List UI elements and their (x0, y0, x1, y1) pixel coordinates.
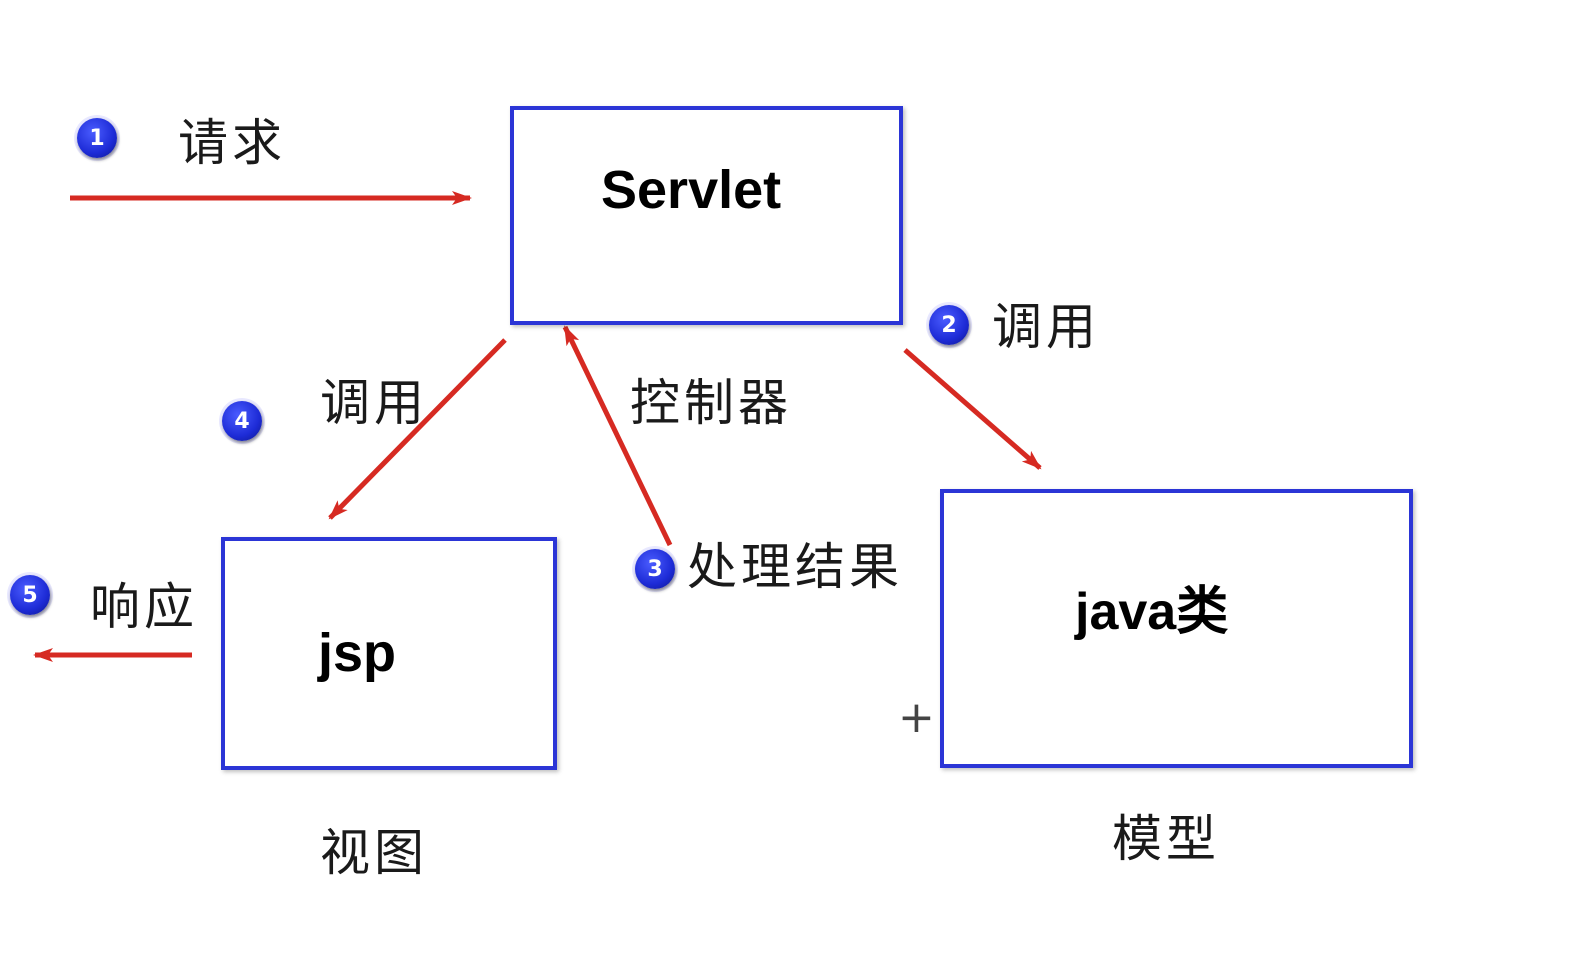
step-3-badge: 3 (635, 549, 675, 589)
step-1-badge: 1 (77, 118, 117, 158)
response-label: 响应 (90, 578, 198, 636)
servlet-caption: 控制器 (630, 374, 792, 432)
model-caption: 模型 (1112, 810, 1220, 868)
model-title: java类 (1075, 583, 1229, 641)
result-label: 处理结果 (687, 538, 903, 596)
mvc-diagram: Servlet jsp java类 控制器 视图 模型 1 请求 2 调用 3 … (0, 0, 1580, 968)
invoke-model-label: 调用 (992, 298, 1100, 356)
servlet-title: Servlet (601, 160, 782, 220)
crosshair-cursor: + (898, 692, 935, 743)
step-2-badge: 2 (929, 305, 969, 345)
step-4-badge: 4 (222, 401, 262, 441)
step-5-badge: 5 (10, 575, 50, 615)
invoke-view-label: 调用 (320, 374, 428, 432)
invoke-model-arrow (903, 348, 1042, 470)
jsp-caption: 视图 (320, 824, 428, 882)
result-arrow (562, 325, 673, 547)
jsp-title: jsp (318, 623, 397, 683)
request-label: 请求 (178, 114, 286, 172)
